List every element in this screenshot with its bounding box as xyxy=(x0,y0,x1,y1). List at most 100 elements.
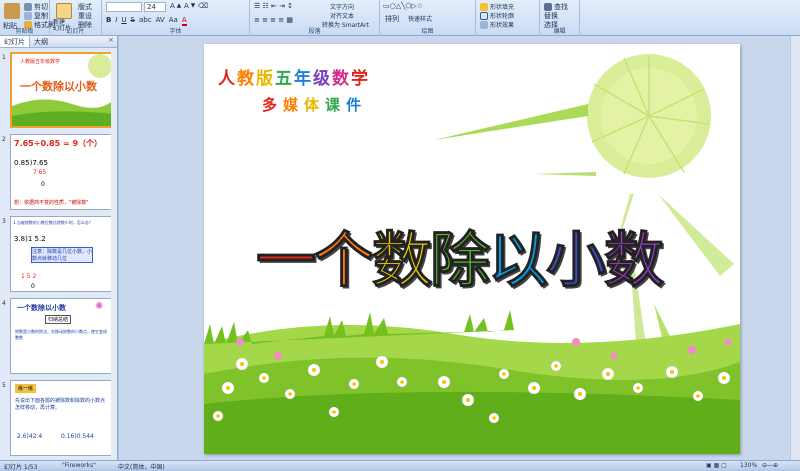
thumbnail-note: 想：依据商不变的性质，"被除数" xyxy=(14,200,89,206)
slide-thumbnail-4[interactable]: 4 一个数除以小数 归纳总结 除数是小数的除法，先移动除数的小数点，使它变成整数… xyxy=(0,298,117,376)
editing-group: 查找 替换 选择 编辑 xyxy=(540,0,580,36)
close-icon[interactable]: × xyxy=(108,36,117,47)
title-char: 除 xyxy=(430,226,491,297)
slide-title: 一个数除以小数 xyxy=(256,212,665,299)
char-spacing-button[interactable]: AV xyxy=(156,16,165,26)
view-buttons[interactable]: ▣ ▦ ▢ xyxy=(706,462,727,469)
thumbnail-body: 除数是小数的除法，先移动除数的小数点，使它变成整数 xyxy=(15,329,107,340)
underline-button[interactable]: U xyxy=(121,16,126,26)
align-text-button[interactable]: 对齐文本 xyxy=(330,11,354,20)
sun-ray xyxy=(658,194,734,276)
strikethrough-button[interactable]: S xyxy=(131,16,135,26)
clear-format-icon[interactable]: ⌫ xyxy=(198,2,208,10)
status-bar: 幻灯片 1/53 "Fireworks" 中文(简体，中国) ▣ ▦ ▢ 130… xyxy=(0,460,800,471)
editor-scrollbar[interactable] xyxy=(790,36,800,460)
zoom-slider[interactable]: ⊖—⊕ xyxy=(762,462,778,469)
text-direction-button[interactable]: 文字方向 xyxy=(330,2,354,11)
paste-icon[interactable] xyxy=(4,3,20,19)
thumbnail-line: 0 xyxy=(31,283,35,290)
slide-editor: 人教版五年级数学 多媒体课件 一个数除以小数 xyxy=(119,36,800,460)
shrink-font-icon[interactable]: A ▼ xyxy=(184,2,195,10)
drawing-group: ▭○△╲⬠▷☆ 排列 快速样式 绘图 xyxy=(380,0,476,36)
shapes-gallery[interactable]: ▭○△╲⬠▷☆ xyxy=(383,2,423,10)
thumbnail-title: 一个数除以小数 xyxy=(17,304,66,312)
outline-icon xyxy=(480,11,488,20)
tab-slides[interactable]: 幻灯片 xyxy=(0,36,30,47)
shadow-button[interactable]: abc xyxy=(139,16,152,26)
clipboard-group: 粘贴 剪切 复制 格式刷 剪贴板 xyxy=(0,0,55,36)
copy-icon xyxy=(24,12,32,20)
align-icons[interactable]: ≡ ≡ ≡ ≡ ▦ xyxy=(254,16,293,24)
title-char: 小 xyxy=(546,226,607,297)
firework-icon: ✺ xyxy=(95,301,104,312)
slide-thumbnail-3[interactable]: 3 1.当被除数的小数位数比除数少时，怎么办？ 3.8)1 5.2 注意：除数是… xyxy=(0,216,117,294)
change-case-button[interactable]: Aa xyxy=(169,16,178,26)
shape-effects-button[interactable]: 形状效果 xyxy=(480,20,514,29)
shape-format-group: 形状填充 形状轮廓 形状效果 xyxy=(476,0,540,36)
slide-thumbnail-2[interactable]: 2 7.65÷0.85 = 9（个） 0.85)7.65 7 65 0 想：依据… xyxy=(0,134,117,212)
subtitle-char: 件 xyxy=(346,96,368,114)
drawing-group-label: 绘图 xyxy=(421,28,434,35)
slides-pane: 幻灯片 大纲 × 1 人教版五年级数学 一个数除以小数 2 7.65÷0.85 … xyxy=(0,36,118,460)
tab-outline[interactable]: 大纲 xyxy=(30,36,52,47)
slide-thumbnail-1[interactable]: 1 人教版五年级数学 一个数除以小数 xyxy=(0,52,117,130)
title-char: 一 xyxy=(256,226,317,297)
theme-name: "Fireworks" xyxy=(62,462,96,469)
grow-font-icon[interactable]: A ▲ xyxy=(170,2,181,10)
bullets-icon[interactable]: ☰ ☷ ⇤ ⇥ ↕ xyxy=(254,2,293,10)
current-slide[interactable]: 人教版五年级数学 多媒体课件 一个数除以小数 xyxy=(204,44,740,454)
subtitle-char: 人 xyxy=(218,69,237,89)
subtitle-char: 课 xyxy=(325,96,347,114)
paragraph-group: ☰ ☷ ⇤ ⇥ ↕ 文字方向 对齐文本 转换为 SmartArt ≡ ≡ ≡ ≡… xyxy=(250,0,380,36)
thumbnail-item: 0.16)0.544 xyxy=(61,433,94,440)
shape-fill-button[interactable]: 形状填充 xyxy=(480,2,514,11)
slides-group-label: 幻灯片 xyxy=(66,28,85,35)
subtitle-char: 多 xyxy=(262,96,284,114)
thumbnail-line: 7.65÷0.85 = 9（个） xyxy=(14,139,103,148)
thumbnail-line: 1 5 2 xyxy=(21,273,37,280)
thumbnails-scrollbar[interactable] xyxy=(111,49,117,459)
bold-button[interactable]: B xyxy=(106,16,111,26)
title-char: 数 xyxy=(604,226,665,297)
thumbnail-frame: 一个数除以小数 归纳总结 除数是小数的除法，先移动除数的小数点，使它变成整数 ✺ xyxy=(10,298,113,374)
subtitle-line-2: 多媒体课件 xyxy=(262,94,367,115)
sun-graphic xyxy=(587,54,711,178)
subtitle-char: 教 xyxy=(237,69,256,89)
clipboard-group-label: 剪贴板 xyxy=(15,28,34,35)
subtitle-char: 媒 xyxy=(283,96,305,114)
slides-group: 新建 幻灯片 版式 重设 删除 幻灯片 xyxy=(50,0,102,36)
thumbnail-subtitle: 人教版五年级数学 xyxy=(20,59,61,65)
arrange-button[interactable]: 排列 xyxy=(385,14,399,24)
thumbnail-frame: 人教版五年级数学 一个数除以小数 xyxy=(10,52,113,128)
quick-styles-button[interactable]: 快速样式 xyxy=(408,14,432,23)
title-char: 个 xyxy=(314,226,375,297)
font-size-select[interactable]: 24 xyxy=(144,2,166,12)
zoom-level[interactable]: 130% xyxy=(740,462,757,469)
new-slide-icon[interactable] xyxy=(56,3,72,19)
subtitle-char: 学 xyxy=(351,69,370,89)
thumbnail-item: 2.6)42.4 xyxy=(17,433,43,440)
pane-tabs: 幻灯片 大纲 × xyxy=(0,36,117,48)
thumbnail-body: 先说出下面各题的被除数和除数的小数点怎样移动，再计算。 xyxy=(15,398,106,411)
thumbnail-badge: 练一练 xyxy=(15,384,37,393)
italic-button[interactable]: I xyxy=(115,16,117,26)
slide-number: 3 xyxy=(2,218,6,225)
thumbnail-line: 7 65 xyxy=(33,169,47,176)
font-group: 24 A ▲ A ▼ ⌫ B I U S abc AV Aa A 字体 xyxy=(102,0,250,36)
subtitle-char: 数 xyxy=(332,69,351,89)
font-name-select[interactable] xyxy=(106,2,142,12)
thumbnail-line: 1.当被除数的小数位数比除数少时，怎么办？ xyxy=(13,220,93,225)
thumbnail-box: 注意：除数是几位小数，小数点就移动几位 xyxy=(31,247,93,263)
thumbnail-frame: 7.65÷0.85 = 9（个） 0.85)7.65 7 65 0 想：依据商不… xyxy=(10,134,113,210)
subtitle-char: 级 xyxy=(313,69,332,89)
sun-ray xyxy=(534,172,596,176)
title-char: 数 xyxy=(372,226,433,297)
paragraph-group-label: 段落 xyxy=(308,28,321,35)
slide-thumbnail-5[interactable]: 5 练一练 先说出下面各题的被除数和除数的小数点怎样移动，再计算。 2.6)42… xyxy=(0,380,117,458)
slide-number: 5 xyxy=(2,382,6,389)
font-color-button[interactable]: A xyxy=(181,16,187,26)
subtitle-char: 五 xyxy=(275,69,294,89)
subtitle-line-1: 人教版五年级数学 xyxy=(218,64,370,89)
shape-outline-button[interactable]: 形状轮廓 xyxy=(480,11,514,20)
thumbnail-line: 0 xyxy=(41,181,45,188)
